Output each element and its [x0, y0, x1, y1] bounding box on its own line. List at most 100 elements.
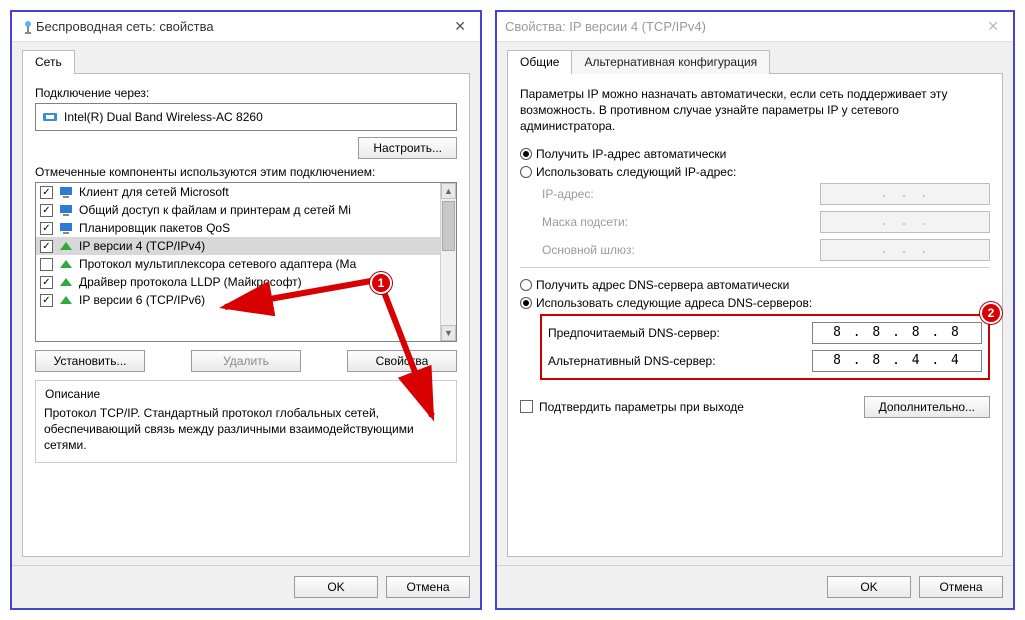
subnet-mask-label: Маска подсети:: [542, 215, 810, 229]
radio-label: Получить адрес DNS-сервера автоматически: [536, 278, 789, 292]
window-title: Беспроводная сеть: свойства: [36, 19, 448, 34]
ip-fields-group: IP-адрес: . . . Маска подсети: . . . Осн…: [542, 183, 990, 261]
tabs: Общие Альтернативная конфигурация: [507, 50, 1003, 74]
remove-button[interactable]: Удалить: [191, 350, 301, 372]
description-group: Описание Протокол TCP/IP. Стандартный пр…: [35, 380, 457, 463]
radio-icon[interactable]: [520, 279, 532, 291]
dialog-footer: OK Отмена: [497, 565, 1013, 608]
radio-label: Получить IP-адрес автоматически: [536, 147, 726, 161]
checkbox-icon[interactable]: [520, 400, 533, 413]
close-icon[interactable]: ✕: [448, 18, 472, 35]
protocol-icon: [58, 238, 74, 254]
radio-dns-auto[interactable]: Получить адрес DNS-сервера автоматически: [520, 278, 990, 292]
checkbox-icon[interactable]: ✓: [40, 240, 53, 253]
annotation-badge-1: 1: [370, 272, 392, 294]
protocol-icon: [58, 256, 74, 272]
list-item[interactable]: ✓ Планировщик пакетов QoS: [36, 219, 440, 237]
radio-icon[interactable]: [520, 297, 532, 309]
gateway-input[interactable]: . . .: [820, 239, 990, 261]
radio-ip-manual[interactable]: Использовать следующий IP-адрес:: [520, 165, 990, 179]
radio-label: Использовать следующие адреса DNS-сервер…: [536, 296, 812, 310]
properties-button[interactable]: Свойства: [347, 350, 457, 372]
list-item[interactable]: ✓ Клиент для сетей Microsoft: [36, 183, 440, 201]
scroll-up-icon[interactable]: ▲: [441, 183, 456, 199]
list-item[interactable]: Протокол мультиплексора сетевого адаптер…: [36, 255, 440, 273]
scroll-track[interactable]: [441, 199, 456, 325]
description-legend: Описание: [42, 387, 103, 401]
list-item-label: Планировщик пакетов QoS: [79, 221, 230, 235]
titlebar: Беспроводная сеть: свойства ✕: [12, 12, 480, 42]
checkbox-icon[interactable]: ✓: [40, 186, 53, 199]
advanced-button[interactable]: Дополнительно...: [864, 396, 990, 418]
list-item-label: Общий доступ к файлам и принтерам д сете…: [79, 203, 351, 217]
validate-label: Подтвердить параметры при выходе: [539, 400, 744, 414]
adapter-field[interactable]: Intel(R) Dual Band Wireless-AC 8260: [35, 103, 457, 131]
close-icon[interactable]: ✕: [981, 18, 1005, 35]
checkbox-icon[interactable]: ✓: [40, 222, 53, 235]
titlebar: Свойства: IP версии 4 (TCP/IPv4) ✕: [497, 12, 1013, 42]
components-list[interactable]: ✓ Клиент для сетей Microsoft ✓ Общий дос…: [35, 182, 457, 342]
protocol-icon: [58, 292, 74, 308]
alt-dns-label: Альтернативный DNS-сервер:: [548, 354, 802, 368]
ip-address-input[interactable]: . . .: [820, 183, 990, 205]
tabs: Сеть: [22, 50, 470, 74]
list-item-label: Драйвер протокола LLDP (Майкрософт): [79, 275, 302, 289]
radio-label: Использовать следующий IP-адрес:: [536, 165, 736, 179]
cancel-button[interactable]: Отмена: [919, 576, 1003, 598]
radio-ip-auto[interactable]: Получить IP-адрес автоматически: [520, 147, 990, 161]
adapter-icon: [42, 109, 58, 125]
tab-alt-config[interactable]: Альтернативная конфигурация: [571, 50, 770, 74]
list-item[interactable]: ✓ IP версии 4 (TCP/IPv4): [36, 237, 440, 255]
checkbox-icon[interactable]: ✓: [40, 294, 53, 307]
protocol-icon: [58, 274, 74, 290]
window-body: Общие Альтернативная конфигурация Параме…: [497, 42, 1013, 608]
checkbox-icon[interactable]: ✓: [40, 204, 53, 217]
connect-via-label: Подключение через:: [35, 86, 457, 100]
radio-dns-manual[interactable]: Использовать следующие адреса DNS-сервер…: [520, 296, 990, 310]
scrollbar[interactable]: ▲ ▼: [440, 183, 456, 341]
monitor-icon: [58, 220, 74, 236]
configure-button[interactable]: Настроить...: [358, 137, 457, 159]
checkbox-icon[interactable]: [40, 258, 53, 271]
ok-button[interactable]: OK: [827, 576, 911, 598]
monitor-icon: [58, 202, 74, 218]
radio-icon[interactable]: [520, 166, 532, 178]
dialog-footer: OK Отмена: [12, 565, 480, 608]
network-icon: [20, 19, 36, 35]
preferred-dns-label: Предпочитаемый DNS-сервер:: [548, 326, 802, 340]
monitor-icon: [58, 184, 74, 200]
components-label: Отмеченные компоненты используются этим …: [35, 165, 457, 179]
list-item[interactable]: ✓ Общий доступ к файлам и принтерам д се…: [36, 201, 440, 219]
list-item-label: Клиент для сетей Microsoft: [79, 185, 229, 199]
tab-panel-network: Подключение через: Intel(R) Dual Band Wi…: [22, 73, 470, 557]
description-text: Протокол TCP/IP. Стандартный протокол гл…: [44, 405, 448, 454]
tab-network[interactable]: Сеть: [22, 50, 75, 74]
validate-checkbox-row[interactable]: Подтвердить параметры при выходе: [520, 400, 744, 414]
install-button[interactable]: Установить...: [35, 350, 145, 372]
ipv4-props-window: Свойства: IP версии 4 (TCP/IPv4) ✕ Общие…: [495, 10, 1015, 610]
list-item-label: Протокол мультиплексора сетевого адаптер…: [79, 257, 356, 271]
gateway-label: Основной шлюз:: [542, 243, 810, 257]
list-item-label: IP версии 6 (TCP/IPv6): [79, 293, 205, 307]
radio-icon[interactable]: [520, 148, 532, 160]
subnet-mask-input[interactable]: . . .: [820, 211, 990, 233]
list-item-label: IP версии 4 (TCP/IPv4): [79, 239, 205, 253]
window-title: Свойства: IP версии 4 (TCP/IPv4): [505, 19, 981, 34]
wireless-props-window: Беспроводная сеть: свойства ✕ Сеть Подкл…: [10, 10, 482, 610]
ok-button[interactable]: OK: [294, 576, 378, 598]
scroll-thumb[interactable]: [442, 201, 455, 251]
alt-dns-input[interactable]: 8 . 8 . 4 . 4: [812, 350, 982, 372]
window-body: Сеть Подключение через: Intel(R) Dual Ba…: [12, 42, 480, 608]
scroll-down-icon[interactable]: ▼: [441, 325, 456, 341]
preferred-dns-input[interactable]: 8 . 8 . 8 . 8: [812, 322, 982, 344]
dns-highlight-box: Предпочитаемый DNS-сервер: 8 . 8 . 8 . 8…: [540, 314, 990, 380]
ip-address-label: IP-адрес:: [542, 187, 810, 201]
cancel-button[interactable]: Отмена: [386, 576, 470, 598]
annotation-badge-2: 2: [980, 302, 1002, 324]
tab-panel-general: Параметры IP можно назначать автоматичес…: [507, 73, 1003, 557]
intro-text: Параметры IP можно назначать автоматичес…: [520, 86, 990, 135]
checkbox-icon[interactable]: ✓: [40, 276, 53, 289]
tab-general[interactable]: Общие: [507, 50, 572, 74]
adapter-name: Intel(R) Dual Band Wireless-AC 8260: [64, 110, 263, 124]
list-scroll[interactable]: ✓ Клиент для сетей Microsoft ✓ Общий дос…: [36, 183, 440, 341]
